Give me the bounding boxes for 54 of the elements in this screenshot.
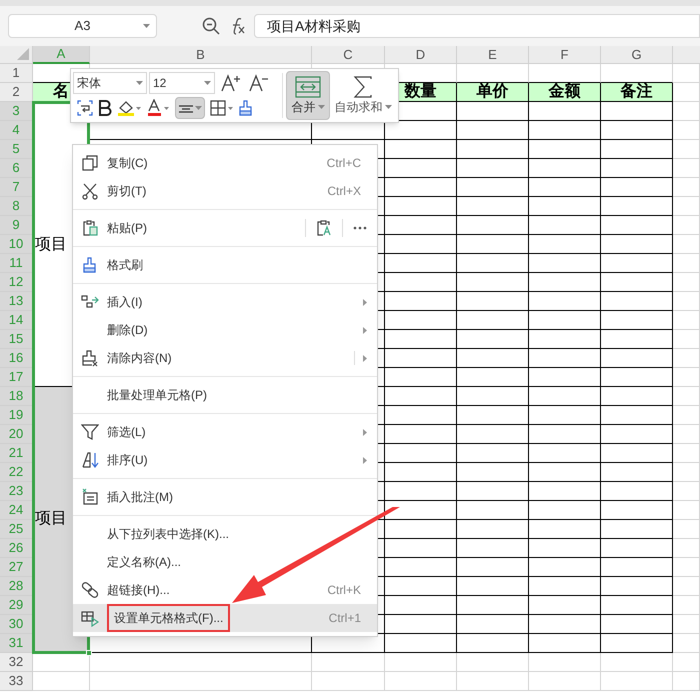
menu-item[interactable]: 插入批注(M) [73,483,377,511]
menu-item[interactable]: 筛选(L) [73,418,377,446]
menu-item[interactable]: 复制(C) Ctrl+C [73,149,377,177]
menu-item[interactable]: 批量处理单元格(P) [73,381,377,409]
menu-label: 排序(U) [107,452,148,469]
menu-label: 从下拉列表中选择(K)... [107,526,229,543]
menu-label: 定义名称(A)... [107,554,181,571]
shortcut-text: Ctrl+X [327,183,361,200]
formula-field[interactable]: 项目A材料采购 [254,14,700,38]
header-cell: 金额 [529,83,601,102]
menu-label: 复制(C) [107,155,148,172]
menu-label: 插入(I) [107,294,142,311]
menu-item[interactable]: 超链接(H)... Ctrl+K [73,576,377,604]
menu-label: 筛选(L) [107,424,146,441]
menu-label: 设置单元格格式(F)... [107,604,230,632]
header-cell: 单价 [457,83,529,102]
row-header[interactable]: 33 [0,672,33,691]
font-dropdown[interactable]: 宋体 [73,72,147,94]
shortcut-text: Ctrl+1 [328,610,361,627]
cell-text: 项目 [35,234,67,255]
column-header[interactable]: D [385,46,457,64]
font-size-dropdown[interactable]: 12 [149,72,215,94]
menu-label: 清除内容(N) [107,350,172,367]
column-header[interactable]: E [457,46,529,64]
menu-label: 插入批注(M) [107,489,173,506]
menu-item[interactable]: 粘贴(P) [73,214,377,242]
name-box[interactable]: A3 [8,14,157,38]
column-header[interactable]: C [312,46,385,64]
menu-item[interactable]: 设置单元格格式(F)... Ctrl+1 [73,604,377,632]
merge-button[interactable]: 合并 [286,71,330,120]
menu-item[interactable]: 删除(D) [73,316,377,344]
menu-label: 格式刷 [107,257,143,274]
menu-label: 粘贴(P) [107,220,147,237]
menu-label: 剪切(T) [107,183,146,200]
header-cell: 备注 [601,83,673,102]
row-header[interactable]: 32 [0,653,33,672]
row-header[interactable]: 2 [0,83,33,102]
menu-label: 删除(D) [107,322,148,339]
menu-label: 批量处理单元格(P) [107,387,207,404]
column-header[interactable]: G [601,46,673,64]
row-header[interactable]: 1 [0,64,33,83]
cell-text: 项目 [35,508,67,529]
menu-item[interactable]: 定义名称(A)... [73,548,377,576]
column-header[interactable]: F [529,46,601,64]
shortcut-text: Ctrl+C [326,155,361,172]
menu-item[interactable]: 插入(I) [73,288,377,316]
menu-item[interactable]: 剪切(T) Ctrl+X [73,177,377,205]
menu-item[interactable]: 排序(U) [73,446,377,474]
menu-item[interactable]: 格式刷 [73,251,377,279]
menu-label: 超链接(H)... [107,582,170,599]
column-header[interactable]: B [90,46,312,64]
menu-item[interactable]: 清除内容(N) [73,344,377,372]
menu-item[interactable]: 从下拉列表中选择(K)... [73,520,377,548]
shortcut-text: Ctrl+K [327,582,361,599]
